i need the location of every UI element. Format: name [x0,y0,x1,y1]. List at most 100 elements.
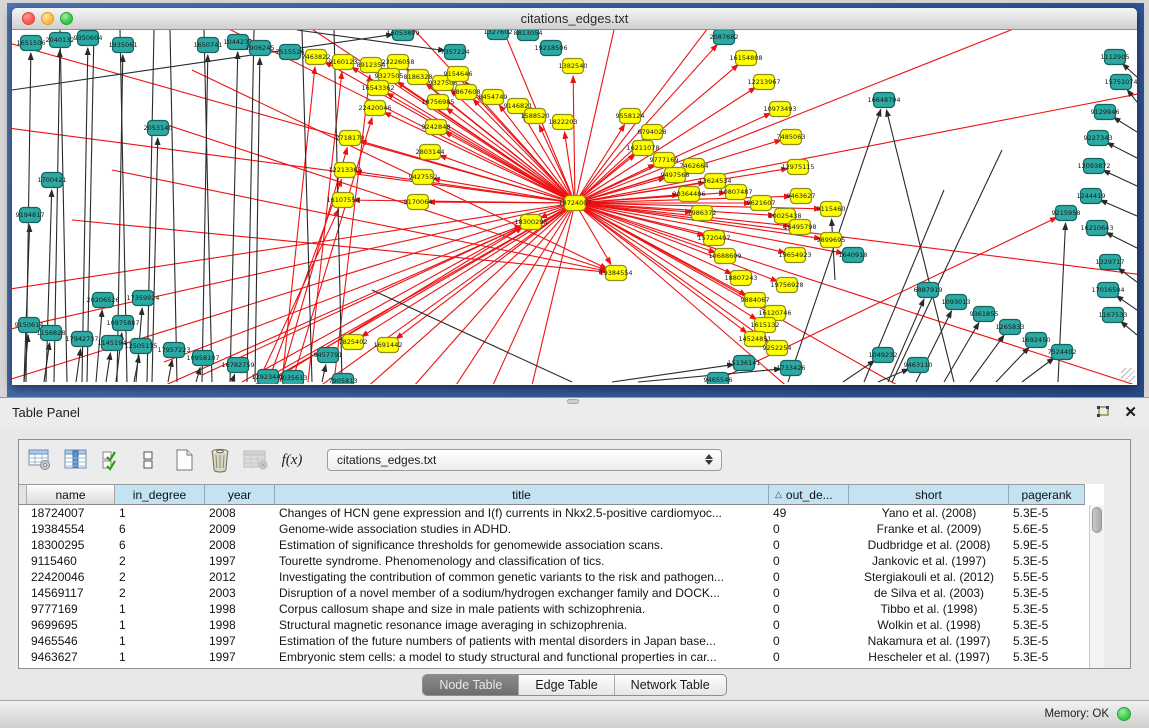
graph-node[interactable]: 1112905 [1101,50,1130,65]
table-settings-icon[interactable] [27,447,53,473]
network-window-titlebar[interactable]: citations_edges.txt [12,8,1137,30]
tab-network-table[interactable]: Network Table [615,675,726,695]
graph-node[interactable]: 7825402 [339,335,368,350]
scrollbar-thumb[interactable] [1092,507,1102,533]
delete-table-icon[interactable] [243,447,269,473]
graph-node[interactable]: 1145194 [98,336,127,351]
graph-node[interactable]: 1329717 [1096,255,1125,270]
graph-node[interactable]: 10975887 [106,316,139,331]
graph-node[interactable]: 2867608 [452,85,481,100]
graph-node[interactable]: 19756928 [770,278,803,293]
graph-node[interactable]: 9252254 [763,341,792,356]
graph-node[interactable]: 2053140 [144,121,173,136]
splitter-handle[interactable] [567,399,579,404]
table-row[interactable]: 977716911998Corpus callosum shape and si… [19,601,1089,617]
graph-node[interactable]: 12213363 [328,163,361,178]
graph-node[interactable]: 17942737 [65,332,98,347]
graph-node[interactable]: 9558124 [616,109,645,124]
graph-node[interactable]: 9621607 [747,196,776,211]
network-window[interactable]: citations_edges.txt 18724007746382291601… [12,8,1137,385]
graph-node[interactable]: 1906245 [246,41,275,56]
graph-node[interactable]: 1327602 [484,30,513,40]
graph-node[interactable]: 6794028 [638,125,667,140]
network-canvas[interactable]: 1872400774638229160123891235423226058932… [12,30,1137,384]
graph-node[interactable]: 7463822 [302,50,331,65]
graph-node[interactable]: 1935061 [109,38,138,53]
column-header-pagerank[interactable]: pagerank [1009,484,1085,505]
graph-node[interactable]: 2040132 [46,33,75,48]
graph-node[interactable]: 9777169 [650,153,679,168]
graph-node[interactable]: 23226058 [381,55,414,70]
graph-node[interactable]: 9463110 [904,358,933,373]
graph-node[interactable]: 1382540 [559,59,588,74]
graph-node[interactable]: 7515526 [276,45,305,60]
graph-node[interactable]: 1822203 [549,115,578,130]
table-row[interactable]: 1456911722003Disruption of a novel membe… [19,585,1089,601]
graph-node[interactable]: 12213967 [747,75,780,90]
resize-grip[interactable] [1121,368,1135,382]
graph-node[interactable]: 9457791 [314,348,343,363]
new-table-icon[interactable] [171,447,197,473]
table-row[interactable]: 1938455462009Genome-wide association stu… [19,521,1089,537]
graph-node[interactable]: 20206526 [86,293,119,308]
table-vertical-scrollbar[interactable] [1089,505,1104,668]
graph-node[interactable]: 9227343 [1084,131,1113,146]
column-header-out_de...[interactable]: △out_de... [769,484,849,505]
graph-node[interactable]: 9884067 [741,293,770,308]
graph-node[interactable]: 9035613 [279,371,308,385]
close-window-button[interactable] [22,12,35,25]
graph-node[interactable]: 9242848 [422,120,451,135]
graph-node[interactable]: 1650741 [194,38,223,53]
graph-node[interactable]: 9463627 [787,189,816,204]
graph-node[interactable]: 18756985 [421,95,454,110]
column-visibility-icon[interactable] [63,447,89,473]
graph-node[interactable]: 15751074 [1104,75,1137,90]
graph-node[interactable]: 9361855 [970,307,999,322]
graph-node[interactable]: 9170064 [404,195,433,210]
delete-column-icon[interactable] [207,447,233,473]
graph-node[interactable]: 9129946 [1091,105,1120,120]
row-height-icon[interactable] [135,447,161,473]
graph-node[interactable]: 16154808 [729,51,762,66]
graph-node[interactable]: 1651506 [17,36,46,51]
graph-node[interactable]: 1692450 [1022,333,1051,348]
close-panel-icon[interactable]: ✕ [1124,403,1137,421]
graph-node[interactable]: 7485063 [777,130,806,145]
graph-node[interactable]: 1640918 [839,248,868,263]
memory-ok-indicator[interactable] [1117,707,1131,721]
graph-node[interactable]: 9160123 [329,55,358,70]
graph-node[interactable]: 16782759 [221,358,254,373]
column-header-title[interactable]: title [275,484,769,505]
table-select-dropdown[interactable]: citations_edges.txt [327,449,722,471]
graph-node[interactable]: 6887919 [914,283,943,298]
graph-node[interactable]: 2803144 [416,145,445,160]
graph-node[interactable]: 9150614 [15,318,44,333]
graph-node[interactable]: 19654923 [778,248,811,263]
graph-node[interactable]: 9465546 [704,373,733,385]
graph-node[interactable]: 7524402 [1048,345,1077,360]
graph-node[interactable]: 9194817 [16,208,45,223]
graph-node[interactable]: 1700421 [38,173,67,188]
graph-node[interactable]: 9427552 [409,170,438,185]
graph-node[interactable]: 17016504 [1091,283,1124,298]
graph-node[interactable]: 9154646 [444,67,473,82]
table-row[interactable]: 1830029562008Estimation of significance … [19,537,1089,553]
table-row[interactable]: 969969511998Structural magnetic resonanc… [19,617,1089,633]
graph-node[interactable]: 1167533 [1099,308,1128,323]
graph-node[interactable]: 1615132 [751,318,780,333]
graph-node[interactable]: 7357224 [441,45,470,60]
graph-node[interactable]: 9350604 [74,31,103,46]
graph-node[interactable]: 9215958 [1052,206,1081,221]
table-row[interactable]: 2242004622012Investigating the contribut… [19,569,1089,585]
float-panel-icon[interactable] [1095,405,1111,420]
column-header-in_degree[interactable]: in_degree [115,484,205,505]
table-row[interactable]: 946554611997Estimation of the future num… [19,633,1089,649]
graph-node[interactable]: 9899695 [817,233,846,248]
graph-node[interactable]: 1265833 [996,320,1025,335]
table-row[interactable]: 1872400712008Changes of HCN gene express… [19,505,1089,521]
graph-node[interactable]: 1588520 [521,109,550,124]
tab-edge-table[interactable]: Edge Table [519,675,614,695]
tab-node-table[interactable]: Node Table [423,675,519,695]
graph-node[interactable]: 15136141 [727,356,760,371]
column-header-name[interactable]: name [27,484,115,505]
